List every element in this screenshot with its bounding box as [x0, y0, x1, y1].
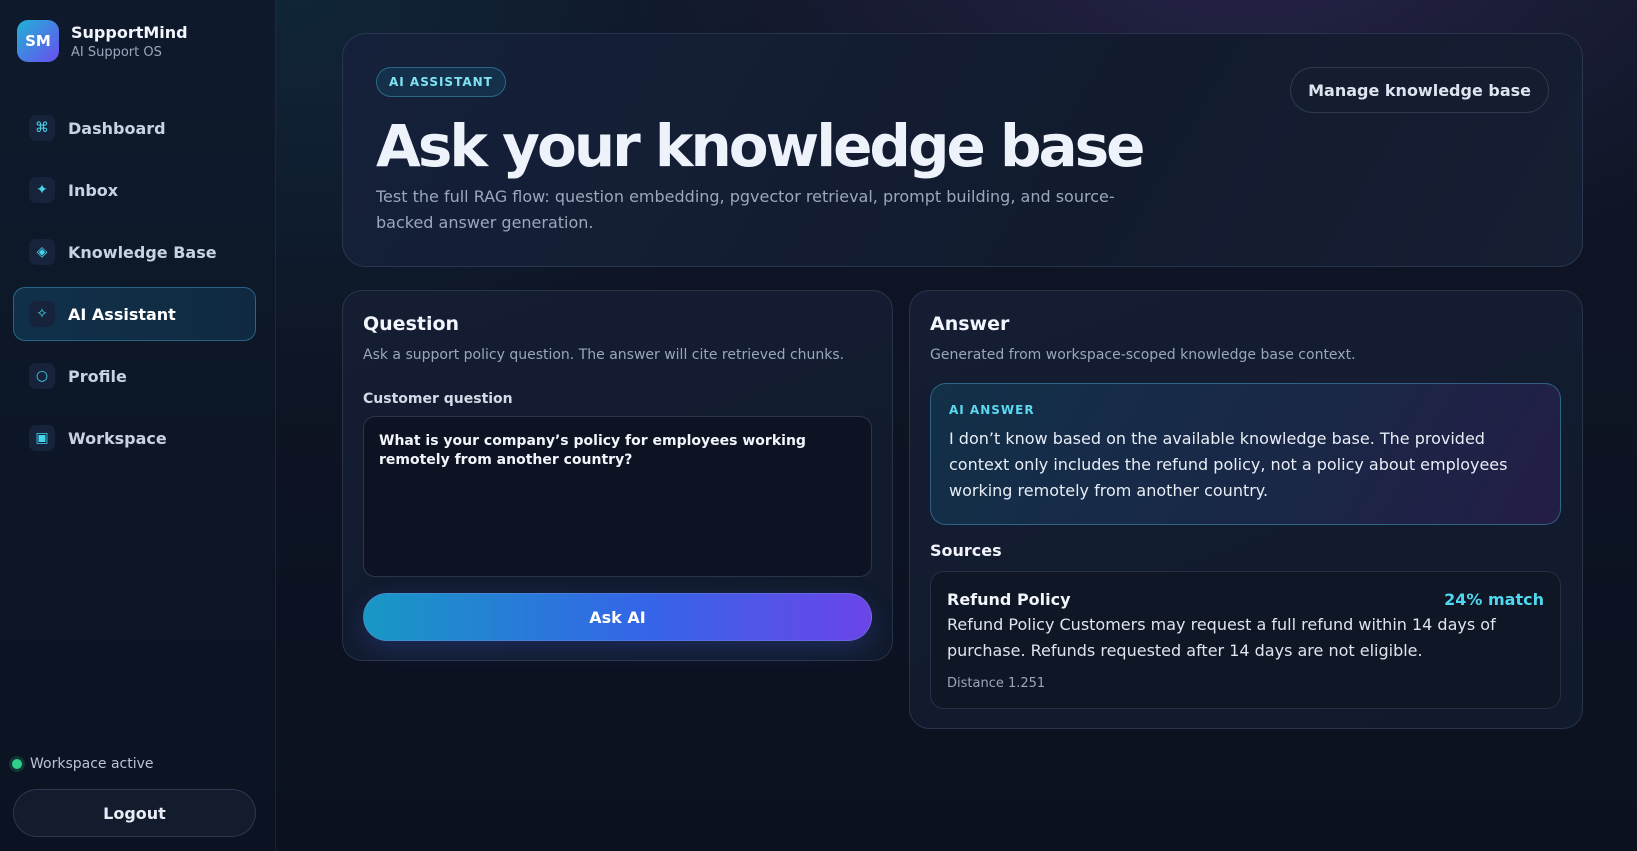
sidebar-item-inbox[interactable]: ✦ Inbox — [13, 163, 256, 217]
answer-card: Answer Generated from workspace-scoped k… — [909, 290, 1583, 729]
page-title: Ask your knowledge base — [376, 112, 1146, 180]
sidebar-item-label: Profile — [68, 366, 127, 386]
source-card[interactable]: Refund Policy 24% match Refund Policy Cu… — [930, 571, 1561, 709]
answer-title: Answer — [930, 313, 1010, 335]
sidebar-item-workspace[interactable]: ▣ Workspace — [13, 411, 256, 465]
sidebar-item-knowledge-base[interactable]: ◈ Knowledge Base — [13, 225, 256, 279]
sidebar: SM SupportMind AI Support OS ⌘ Dashboard… — [0, 0, 276, 851]
manage-knowledge-base-button[interactable]: Manage knowledge base — [1290, 67, 1549, 113]
workspace-status-label: Workspace active — [30, 756, 154, 772]
sidebar-item-label: AI Assistant — [68, 304, 176, 324]
command-icon: ⌘ — [29, 115, 55, 141]
sidebar-item-label: Workspace — [68, 428, 167, 448]
question-card: Question Ask a support policy question. … — [342, 290, 893, 661]
hero-panel: AI ASSISTANT Ask your knowledge base Tes… — [342, 33, 1583, 267]
sidebar-item-label: Inbox — [68, 180, 119, 200]
question-title: Question — [363, 313, 460, 335]
diamond-icon: ◈ — [29, 239, 55, 265]
source-match-badge: 24% match — [1444, 590, 1544, 609]
logout-button[interactable]: Logout — [13, 789, 256, 837]
sidebar-item-ai-assistant[interactable]: ✧ AI Assistant — [13, 287, 256, 341]
square-icon: ▣ — [29, 425, 55, 451]
brand[interactable]: SM SupportMind AI Support OS — [17, 20, 188, 62]
ask-ai-button[interactable]: Ask AI — [363, 593, 872, 641]
customer-question-label: Customer question — [363, 391, 513, 407]
sidebar-item-label: Knowledge Base — [68, 242, 217, 262]
brand-logo: SM — [17, 20, 59, 62]
brand-subtitle: AI Support OS — [71, 44, 162, 60]
ai-answer-box: AI ANSWER I don’t know based on the avai… — [930, 383, 1561, 525]
circle-icon: ○ — [29, 363, 55, 389]
workspace-status: Workspace active — [12, 756, 154, 772]
sources-title: Sources — [930, 541, 1002, 560]
sidebar-nav: ⌘ Dashboard ✦ Inbox ◈ Knowledge Base ✧ A… — [13, 101, 256, 473]
question-subtitle: Ask a support policy question. The answe… — [363, 347, 845, 363]
brand-name: SupportMind — [71, 22, 188, 42]
source-excerpt: Refund Policy Customers may request a fu… — [947, 615, 1496, 660]
source-title: Refund Policy — [947, 590, 1071, 609]
ai-answer-text: I don’t know based on the available know… — [949, 429, 1508, 500]
sidebar-item-dashboard[interactable]: ⌘ Dashboard — [13, 101, 256, 155]
sidebar-item-label: Dashboard — [68, 118, 166, 138]
star-icon: ✧ — [29, 301, 55, 327]
sparkle-icon: ✦ — [29, 177, 55, 203]
status-dot-icon — [12, 759, 22, 769]
source-distance: Distance 1.251 — [947, 676, 1046, 691]
brand-text: SupportMind AI Support OS — [71, 23, 188, 60]
ai-answer-kicker: AI ANSWER — [949, 403, 1035, 417]
answer-subtitle: Generated from workspace-scoped knowledg… — [930, 347, 1356, 363]
sidebar-item-profile[interactable]: ○ Profile — [13, 349, 256, 403]
section-chip: AI ASSISTANT — [376, 67, 506, 97]
customer-question-input[interactable]: What is your company’s policy for employ… — [363, 416, 872, 577]
page-description: Test the full RAG flow: question embeddi… — [376, 187, 1115, 232]
